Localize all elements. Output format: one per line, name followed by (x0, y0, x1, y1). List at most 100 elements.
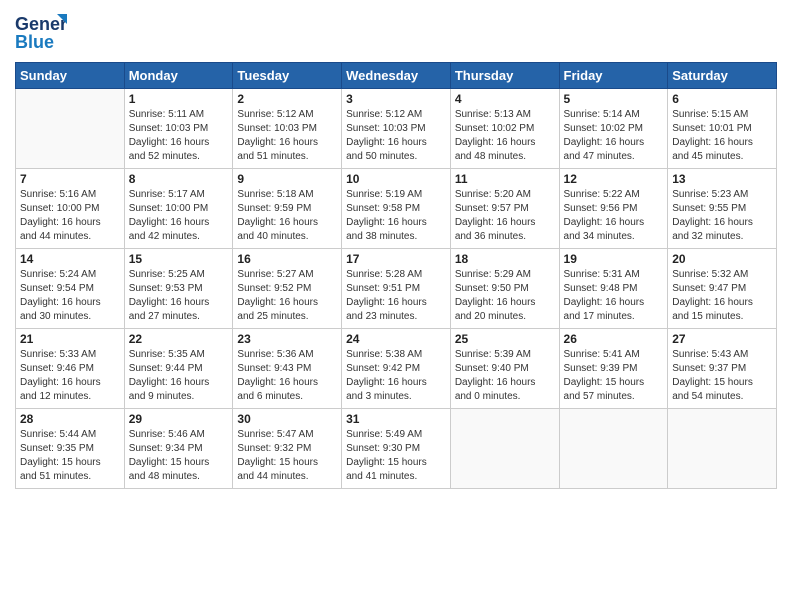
day-number: 9 (237, 172, 337, 186)
day-info: Sunrise: 5:12 AM Sunset: 10:03 PM Daylig… (346, 108, 446, 164)
day-number: 27 (672, 332, 772, 346)
calendar-cell: 21Sunrise: 5:33 AM Sunset: 9:46 PM Dayli… (16, 329, 125, 409)
calendar-week-row: 14 Sunrise: 5:24 AM Sunset: 9:54 PM Dayli… (16, 249, 777, 329)
weekday-header: Sunday (16, 63, 125, 89)
day-number: 26 (564, 332, 664, 346)
day-number: 3 (346, 92, 446, 106)
day-number: 20 (672, 252, 772, 266)
day-info: Sunrise: 5:43 AM Sunset: 9:37 PM Dayligh… (672, 348, 772, 404)
calendar-cell (668, 409, 777, 489)
day-number: 5 (564, 92, 664, 106)
calendar-cell (450, 409, 559, 489)
calendar-cell: 22Sunrise: 5:35 AM Sunset: 9:44 PM Dayli… (124, 329, 233, 409)
day-number: 22 (129, 332, 229, 346)
calendar-cell: 9Sunrise: 5:18 AM Sunset: 9:59 PM Daylig… (233, 169, 342, 249)
day-info: Sunrise: 5:32 AM Sunset: 9:47 PM Dayligh… (672, 268, 772, 324)
calendar-cell: 20 Sunrise: 5:32 AM Sunset: 9:47 PM Dayli… (668, 249, 777, 329)
day-number: 23 (237, 332, 337, 346)
weekday-header: Friday (559, 63, 668, 89)
day-info: Sunrise: 5:28 AM Sunset: 9:51 PM Dayligh… (346, 268, 446, 324)
day-info: Sunrise: 5:46 AM Sunset: 9:34 PM Dayligh… (129, 428, 229, 484)
day-number: 16 (237, 252, 337, 266)
day-info: Sunrise: 5:38 AM Sunset: 9:42 PM Dayligh… (346, 348, 446, 404)
day-number: 21 (20, 332, 120, 346)
day-number: 1 (129, 92, 229, 106)
weekday-header: Saturday (668, 63, 777, 89)
calendar-cell: 17 Sunrise: 5:28 AM Sunset: 9:51 PM Dayli… (342, 249, 451, 329)
calendar-cell: 24 Sunrise: 5:38 AM Sunset: 9:42 PM Dayli… (342, 329, 451, 409)
calendar-cell (16, 89, 125, 169)
day-number: 30 (237, 412, 337, 426)
calendar-week-row: 7 Sunrise: 5:16 AM Sunset: 10:00 PM Dayli… (16, 169, 777, 249)
day-info: Sunrise: 5:16 AM Sunset: 10:00 PM Daylig… (20, 188, 120, 244)
day-number: 12 (564, 172, 664, 186)
day-info: Sunrise: 5:29 AM Sunset: 9:50 PM Dayligh… (455, 268, 555, 324)
calendar-cell: 26Sunrise: 5:41 AM Sunset: 9:39 PM Dayli… (559, 329, 668, 409)
calendar-cell: 31 Sunrise: 5:49 AM Sunset: 9:30 PM Dayli… (342, 409, 451, 489)
calendar-cell: 19 Sunrise: 5:31 AM Sunset: 9:48 PM Dayli… (559, 249, 668, 329)
calendar-cell: 12Sunrise: 5:22 AM Sunset: 9:56 PM Dayli… (559, 169, 668, 249)
calendar-cell: 11 Sunrise: 5:20 AM Sunset: 9:57 PM Dayli… (450, 169, 559, 249)
calendar-cell: 28Sunrise: 5:44 AM Sunset: 9:35 PM Dayli… (16, 409, 125, 489)
day-info: Sunrise: 5:11 AM Sunset: 10:03 PM Daylig… (129, 108, 229, 164)
svg-text:Blue: Blue (15, 32, 54, 52)
day-info: Sunrise: 5:31 AM Sunset: 9:48 PM Dayligh… (564, 268, 664, 324)
day-number: 2 (237, 92, 337, 106)
calendar-week-row: 28Sunrise: 5:44 AM Sunset: 9:35 PM Dayli… (16, 409, 777, 489)
calendar-table: SundayMondayTuesdayWednesdayThursdayFrid… (15, 62, 777, 489)
calendar-cell: 4 Sunrise: 5:13 AM Sunset: 10:02 PM Dayli… (450, 89, 559, 169)
calendar-cell: 29 Sunrise: 5:46 AM Sunset: 9:34 PM Dayli… (124, 409, 233, 489)
day-number: 28 (20, 412, 120, 426)
calendar-cell: 18 Sunrise: 5:29 AM Sunset: 9:50 PM Dayli… (450, 249, 559, 329)
logo: General Blue (15, 10, 67, 54)
day-number: 15 (129, 252, 229, 266)
day-number: 8 (129, 172, 229, 186)
day-number: 4 (455, 92, 555, 106)
day-number: 11 (455, 172, 555, 186)
calendar-cell: 27 Sunrise: 5:43 AM Sunset: 9:37 PM Dayli… (668, 329, 777, 409)
calendar-cell: 3 Sunrise: 5:12 AM Sunset: 10:03 PM Dayli… (342, 89, 451, 169)
day-number: 13 (672, 172, 772, 186)
day-number: 24 (346, 332, 446, 346)
day-info: Sunrise: 5:15 AM Sunset: 10:01 PM Daylig… (672, 108, 772, 164)
day-info: Sunrise: 5:25 AM Sunset: 9:53 PM Dayligh… (129, 268, 229, 324)
calendar-cell: 15 Sunrise: 5:25 AM Sunset: 9:53 PM Dayli… (124, 249, 233, 329)
day-number: 25 (455, 332, 555, 346)
day-number: 31 (346, 412, 446, 426)
calendar-cell (559, 409, 668, 489)
calendar-cell: 16 Sunrise: 5:27 AM Sunset: 9:52 PM Dayli… (233, 249, 342, 329)
page-header: General Blue (15, 10, 777, 54)
day-info: Sunrise: 5:17 AM Sunset: 10:00 PM Daylig… (129, 188, 229, 244)
day-info: Sunrise: 5:13 AM Sunset: 10:02 PM Daylig… (455, 108, 555, 164)
calendar-week-row: 21Sunrise: 5:33 AM Sunset: 9:46 PM Dayli… (16, 329, 777, 409)
calendar-cell: 7 Sunrise: 5:16 AM Sunset: 10:00 PM Dayli… (16, 169, 125, 249)
weekday-header: Wednesday (342, 63, 451, 89)
day-number: 7 (20, 172, 120, 186)
day-info: Sunrise: 5:47 AM Sunset: 9:32 PM Dayligh… (237, 428, 337, 484)
calendar-cell: 2 Sunrise: 5:12 AM Sunset: 10:03 PM Dayli… (233, 89, 342, 169)
calendar-cell: 10Sunrise: 5:19 AM Sunset: 9:58 PM Dayli… (342, 169, 451, 249)
day-number: 14 (20, 252, 120, 266)
calendar-header: SundayMondayTuesdayWednesdayThursdayFrid… (16, 63, 777, 89)
day-info: Sunrise: 5:27 AM Sunset: 9:52 PM Dayligh… (237, 268, 337, 324)
weekday-header: Thursday (450, 63, 559, 89)
day-info: Sunrise: 5:23 AM Sunset: 9:55 PM Dayligh… (672, 188, 772, 244)
day-number: 18 (455, 252, 555, 266)
day-info: Sunrise: 5:12 AM Sunset: 10:03 PM Daylig… (237, 108, 337, 164)
day-info: Sunrise: 5:36 AM Sunset: 9:43 PM Dayligh… (237, 348, 337, 404)
calendar-cell: 8 Sunrise: 5:17 AM Sunset: 10:00 PM Dayli… (124, 169, 233, 249)
calendar-cell: 6Sunrise: 5:15 AM Sunset: 10:01 PM Dayli… (668, 89, 777, 169)
calendar-cell: 13 Sunrise: 5:23 AM Sunset: 9:55 PM Dayli… (668, 169, 777, 249)
day-number: 17 (346, 252, 446, 266)
day-info: Sunrise: 5:24 AM Sunset: 9:54 PM Dayligh… (20, 268, 120, 324)
day-info: Sunrise: 5:49 AM Sunset: 9:30 PM Dayligh… (346, 428, 446, 484)
day-info: Sunrise: 5:19 AM Sunset: 9:58 PM Dayligh… (346, 188, 446, 244)
calendar-cell: 1 Sunrise: 5:11 AM Sunset: 10:03 PM Dayli… (124, 89, 233, 169)
weekday-header: Tuesday (233, 63, 342, 89)
day-info: Sunrise: 5:39 AM Sunset: 9:40 PM Dayligh… (455, 348, 555, 404)
day-info: Sunrise: 5:20 AM Sunset: 9:57 PM Dayligh… (455, 188, 555, 244)
svg-text:General: General (15, 14, 67, 34)
day-number: 19 (564, 252, 664, 266)
day-number: 29 (129, 412, 229, 426)
calendar-cell: 5Sunrise: 5:14 AM Sunset: 10:02 PM Dayli… (559, 89, 668, 169)
